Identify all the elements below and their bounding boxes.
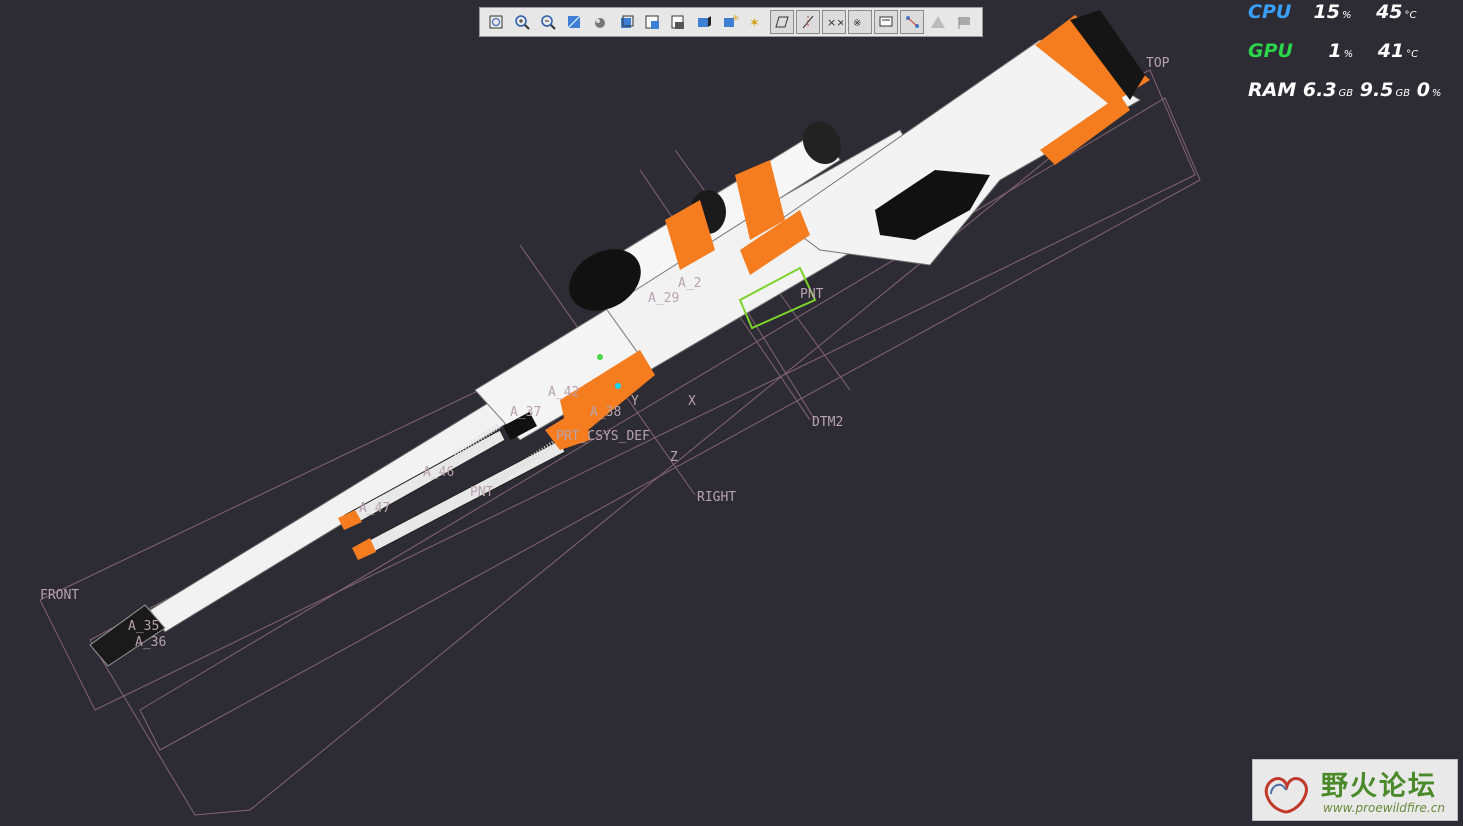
layers-button[interactable] (666, 10, 690, 34)
plane-display-button[interactable] (770, 10, 794, 34)
simulation-button[interactable] (926, 10, 950, 34)
label-axis-x: X (688, 394, 696, 409)
repaint-icon (567, 15, 581, 29)
annotation-display-icon: ✶ (749, 16, 760, 31)
label-a46: A_46 (423, 465, 454, 480)
csys-origin (615, 383, 621, 389)
label-front: FRONT (40, 588, 79, 603)
label-pnt2: PNT (470, 485, 494, 500)
csys-display-icon: ※ (853, 18, 861, 29)
label-csys: PRT_CSYS_DEF (556, 429, 650, 444)
csys-display-button[interactable]: ※ (848, 10, 872, 34)
view-manager-icon (645, 15, 659, 29)
layers-icon (671, 15, 684, 29)
svg-text:※: ※ (853, 18, 861, 29)
cpu-usage: 15 (1313, 1, 1340, 23)
forum-logo-icon (1264, 777, 1308, 814)
refit-button[interactable] (484, 10, 508, 34)
gpu-usage: 1 (1328, 40, 1342, 62)
cpu-temp-unit: °C (1404, 10, 1417, 21)
label-axis-z: Z (670, 450, 678, 465)
label-a37: A_37 (510, 405, 541, 420)
label-a36: A_36 (135, 635, 166, 650)
annotation-display-button[interactable]: ✶ (744, 10, 768, 34)
svg-text:××: ×× (827, 16, 843, 29)
watermark-url: www.proewildfire.cn (1323, 801, 1445, 815)
label-a35: A_35 (128, 619, 159, 634)
graphics-toolbar: ✳ ✶ ×× ※ (479, 7, 983, 37)
simulation-icon (931, 16, 945, 28)
repaint-button[interactable] (562, 10, 586, 34)
ram-label: RAM (1248, 79, 1297, 101)
label-pnt: PNT (800, 287, 824, 302)
axis-display-button[interactable] (796, 10, 820, 34)
point-display-button[interactable]: ×× (822, 10, 846, 34)
gpu-temp: 41 (1377, 40, 1405, 62)
label-right: RIGHT (697, 490, 736, 505)
label-a29: A_29 (648, 291, 679, 306)
point-display-icon: ×× (827, 16, 843, 29)
ram-row: RAM 6.3 GB 9.5 GB 0% (1248, 79, 1441, 101)
svg-text:✶: ✶ (749, 16, 760, 31)
zoom-in-icon (515, 15, 530, 30)
gpu-usage-unit: % (1343, 49, 1354, 60)
perspective-button[interactable] (692, 10, 716, 34)
label-dtm2: DTM2 (812, 415, 843, 430)
cpu-label: CPU (1248, 1, 1292, 23)
spin-center-icon: ✳ (724, 14, 739, 27)
ram-total: 9.5 (1359, 79, 1394, 101)
label-a47: A_47 (359, 501, 390, 516)
annotation-tag-button[interactable] (874, 10, 898, 34)
cpu-usage-unit: % (1341, 10, 1352, 21)
gpu-temp-unit: °C (1406, 49, 1419, 60)
label-a2: A_2 (678, 276, 701, 291)
saved-orientations-icon (621, 15, 634, 28)
flag-icon (958, 17, 970, 29)
point-marker (597, 354, 603, 360)
axis-display-icon (802, 15, 814, 29)
sketch-display-icon (906, 16, 919, 28)
ram-used: 6.3 (1302, 79, 1337, 101)
label-top: TOP (1146, 56, 1170, 71)
annotation-tag-icon (879, 16, 893, 27)
gpu-row: GPU 1% 41 °C (1248, 40, 1418, 62)
display-style-icon (595, 18, 605, 28)
forum-watermark: 野火论坛 www.proewildfire.cn (1252, 759, 1458, 821)
sketch-display-button[interactable] (900, 10, 924, 34)
perspective-icon (698, 16, 711, 27)
zoom-out-button[interactable] (536, 10, 560, 34)
label-a42: A_42 (548, 385, 579, 400)
ram-total-unit: GB (1395, 88, 1411, 99)
svg-text:✳: ✳ (732, 14, 739, 24)
cpu-row: CPU 15% 45 °C (1248, 1, 1417, 23)
ram-used-unit: GB (1338, 88, 1354, 99)
view-manager-button[interactable] (640, 10, 664, 34)
refit-icon (489, 15, 503, 29)
spin-center-button[interactable]: ✳ (718, 10, 742, 34)
flag-button[interactable] (952, 10, 976, 34)
ram-percent-unit: % (1431, 88, 1442, 99)
ram-percent: 0 (1416, 79, 1430, 101)
3d-model-viewport[interactable]: TOP FRONT RIGHT DTM2 PRT_CSYS_DEF X Y Z … (0, 0, 1463, 826)
cpu-temp: 45 (1376, 1, 1403, 23)
label-axis-y: Y (631, 394, 639, 409)
display-style-button[interactable] (588, 10, 612, 34)
gpu-label: GPU (1248, 40, 1293, 62)
watermark-title: 野火论坛 (1321, 771, 1437, 802)
plane-display-icon (775, 16, 789, 28)
rifle-model[interactable] (89, 10, 1150, 667)
datum-plane-top[interactable] (139, 97, 1201, 751)
zoom-in-button[interactable] (510, 10, 534, 34)
label-a38: A_38 (590, 405, 621, 420)
zoom-out-icon (541, 15, 556, 30)
saved-orientations-button[interactable] (614, 10, 638, 34)
